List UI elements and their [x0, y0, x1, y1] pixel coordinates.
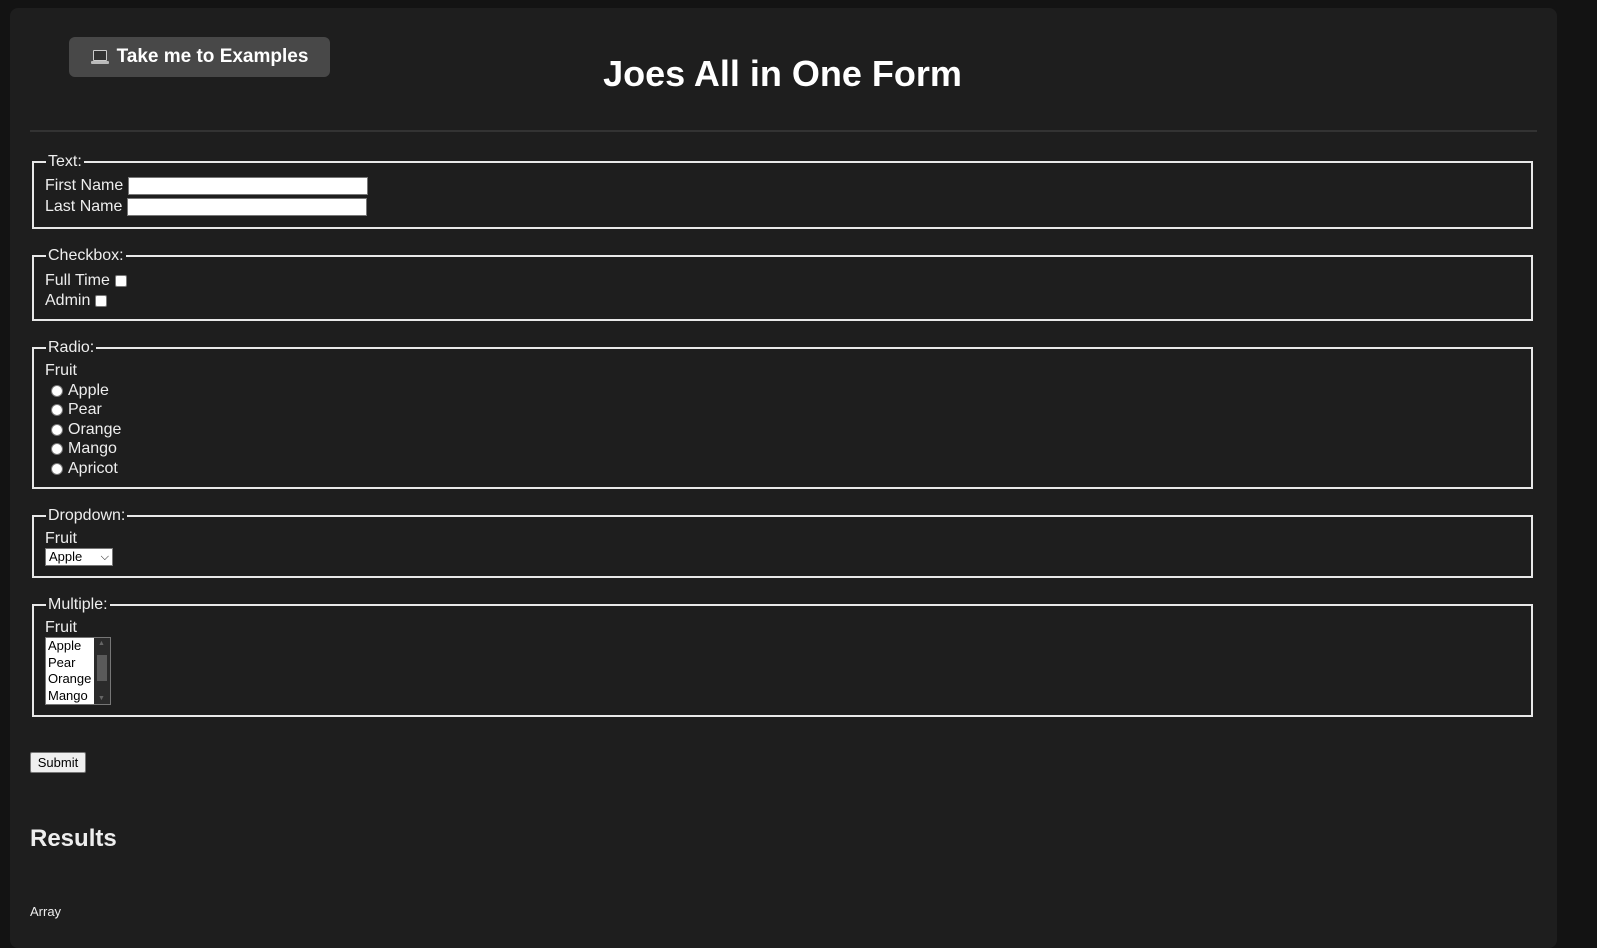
radio-fieldset: Radio: Fruit Apple Pear Orange Mango Apr… — [32, 339, 1533, 489]
radio-option-label: Mango — [68, 440, 117, 457]
full-time-label: Full Time — [45, 272, 110, 289]
radio-option-label: Pear — [68, 401, 102, 418]
admin-checkbox[interactable] — [95, 295, 108, 307]
radio-mango[interactable] — [51, 443, 63, 455]
scroll-up-icon[interactable]: ▲ — [98, 640, 105, 647]
first-name-input[interactable] — [128, 177, 369, 195]
dropdown-selected-value: Apple — [49, 549, 83, 564]
dropdown-fieldset: Dropdown: Fruit Apple ⌵ — [32, 507, 1533, 578]
radio-orange[interactable] — [51, 424, 63, 436]
scroll-down-icon[interactable]: ▼ — [98, 695, 105, 702]
admin-label: Admin — [45, 292, 91, 309]
radio-fruit-label: Fruit — [45, 362, 77, 379]
radio-apricot[interactable] — [51, 463, 63, 475]
dropdown-fruit-label: Fruit — [45, 530, 77, 547]
multiple-legend: Multiple: — [46, 596, 110, 614]
scrollbar[interactable]: ▲ ▼ — [94, 638, 110, 704]
divider — [30, 130, 1537, 132]
radio-apple[interactable] — [51, 385, 63, 397]
text-fieldset: Text: First Name Last Name — [32, 153, 1533, 229]
radio-legend: Radio: — [46, 339, 97, 357]
multiple-fieldset: Multiple: Fruit Apple Pear Orange Mango … — [32, 596, 1533, 717]
full-time-checkbox[interactable] — [114, 275, 127, 287]
checkbox-legend: Checkbox: — [46, 247, 126, 265]
results-output: Array — [30, 904, 62, 919]
radio-option-label: Apple — [68, 382, 109, 399]
radio-option-label: Orange — [68, 421, 122, 438]
chevron-down-icon: ⌵ — [100, 551, 109, 563]
scrollbar-thumb[interactable] — [97, 655, 107, 681]
submit-button[interactable]: Submit — [30, 752, 86, 773]
text-legend: Text: — [46, 153, 84, 171]
results-heading: Results — [30, 825, 117, 852]
checkbox-fieldset: Checkbox: Full Time Admin — [32, 247, 1533, 321]
radio-option-label: Apricot — [68, 460, 118, 477]
dropdown-legend: Dropdown: — [46, 507, 128, 525]
last-name-input[interactable] — [127, 198, 368, 216]
fruit-multiselect[interactable]: Apple Pear Orange Mango ▲ ▼ — [45, 637, 111, 705]
fruit-dropdown[interactable]: Apple ⌵ — [45, 548, 113, 566]
radio-pear[interactable] — [51, 404, 63, 416]
multiple-fruit-label: Fruit — [45, 619, 77, 636]
last-name-label: Last Name — [45, 198, 123, 215]
page-title: Joes All in One Form — [603, 53, 962, 94]
first-name-label: First Name — [45, 177, 124, 194]
